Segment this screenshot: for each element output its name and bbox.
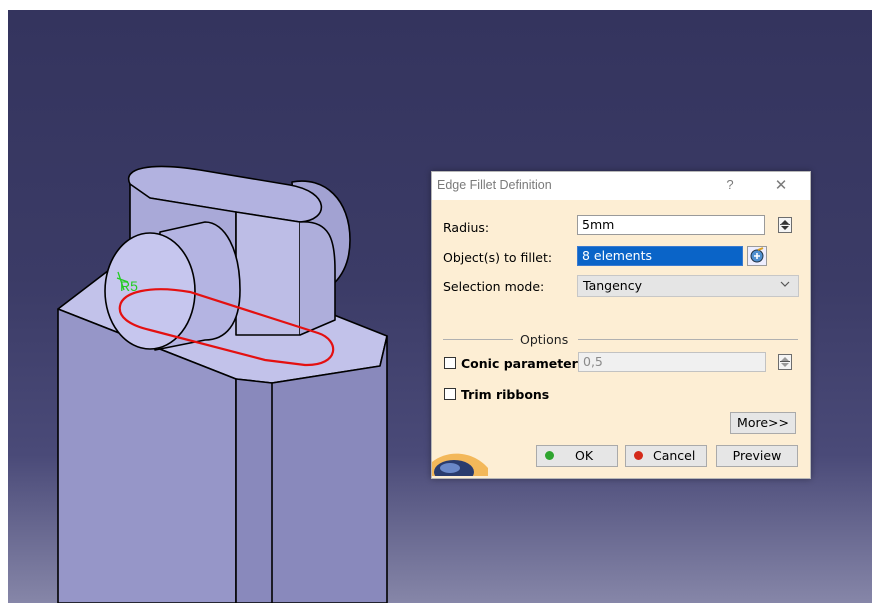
- cancel-label: Cancel: [653, 448, 696, 463]
- catia-window: R5 Edge Fillet Definition ? ✕ Radius: 5m…: [0, 0, 880, 603]
- radius-label: Radius:: [443, 220, 490, 235]
- options-label: Options: [520, 332, 569, 347]
- cancel-button[interactable]: Cancel: [625, 445, 707, 467]
- catia-logo-icon: [432, 453, 488, 476]
- conic-parameter-spinner[interactable]: [778, 354, 792, 370]
- conic-parameter-label: Conic parameter:: [461, 356, 583, 371]
- edit-list-icon[interactable]: [747, 246, 767, 266]
- radius-spinner[interactable]: [778, 217, 792, 233]
- close-button[interactable]: ✕: [770, 175, 792, 197]
- selection-mode-dropdown[interactable]: Tangency: [577, 275, 799, 297]
- radius-annotation: R5: [120, 278, 138, 294]
- conic-parameter-checkbox[interactable]: [444, 357, 456, 369]
- conic-parameter-input[interactable]: 0,5: [578, 352, 766, 372]
- objects-label: Object(s) to fillet:: [443, 250, 553, 265]
- options-divider-left: [443, 339, 513, 340]
- trim-ribbons-label: Trim ribbons: [461, 387, 550, 402]
- more-button[interactable]: More>>: [730, 412, 796, 434]
- trim-ribbons-checkbox[interactable]: [444, 388, 456, 400]
- help-button[interactable]: ?: [720, 175, 740, 195]
- chevron-down-icon: [780, 281, 790, 287]
- options-divider-right: [578, 339, 798, 340]
- ok-icon: [545, 451, 554, 460]
- ok-label: OK: [575, 448, 594, 463]
- radius-input[interactable]: 5mm: [577, 215, 765, 235]
- cancel-icon: [634, 451, 643, 460]
- dialog-title: Edge Fillet Definition: [437, 178, 552, 192]
- preview-button[interactable]: Preview: [716, 445, 798, 467]
- ok-button[interactable]: OK: [536, 445, 618, 467]
- selection-mode-label: Selection mode:: [443, 279, 545, 294]
- objects-to-fillet-field[interactable]: 8 elements: [577, 246, 743, 266]
- dialog-titlebar[interactable]: Edge Fillet Definition ? ✕: [432, 172, 810, 200]
